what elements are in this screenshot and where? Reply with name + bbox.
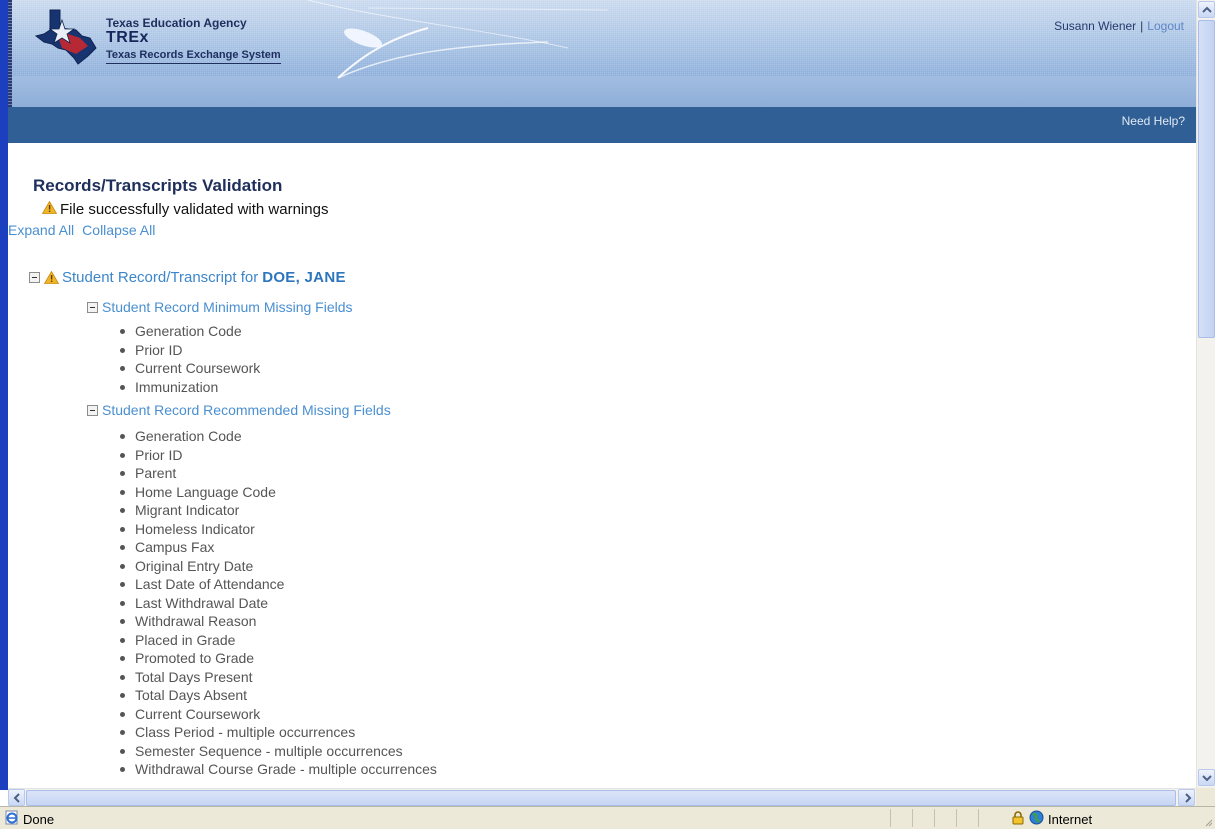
list-item: Placed in Grade	[120, 631, 437, 650]
window-left-border	[0, 0, 8, 790]
page-title: Records/Transcripts Validation	[33, 176, 283, 195]
recommended-missing-list: Generation Code Prior ID Parent Home Lan…	[120, 427, 437, 779]
chevron-right-icon	[1185, 793, 1192, 803]
collapse-section-toggle[interactable]	[87, 404, 98, 416]
warning-icon	[44, 271, 59, 284]
section-label[interactable]: Student Record Minimum Missing Fields	[102, 299, 353, 315]
list-item: Original Entry Date	[120, 557, 437, 576]
list-item: Parent	[120, 464, 437, 483]
chevron-down-icon	[1202, 775, 1212, 782]
lock-icon	[1011, 810, 1025, 828]
section-label[interactable]: Student Record Recommended Missing Field…	[102, 402, 391, 418]
ie-page-icon	[4, 810, 20, 828]
vertical-scrollbar[interactable]	[1196, 0, 1215, 788]
need-help-link[interactable]: Need Help?	[1122, 114, 1185, 128]
list-item: Prior ID	[120, 446, 437, 465]
list-item: Immunization	[120, 378, 260, 397]
collapse-section-toggle[interactable]	[87, 301, 98, 313]
status-done: Done	[4, 810, 54, 828]
expand-all-link[interactable]: Expand All	[8, 222, 74, 238]
org-name: Texas Education Agency	[106, 16, 247, 30]
list-item: Promoted to Grade	[120, 649, 437, 668]
list-item: Homeless Indicator	[120, 520, 437, 539]
collapse-record-toggle[interactable]	[29, 272, 40, 283]
vertical-scroll-thumb[interactable]	[1198, 20, 1215, 338]
status-text: Done	[23, 811, 55, 827]
list-item: Campus Fax	[120, 538, 437, 557]
list-item: Last Date of Attendance	[120, 575, 437, 594]
scroll-right-button[interactable]	[1178, 789, 1195, 806]
student-name: DOE, JANE	[262, 269, 346, 286]
main-content: Records/Transcripts Validation File succ…	[8, 143, 1196, 788]
header-banner: Texas Education Agency TREx Texas Record…	[8, 0, 1196, 107]
scroll-left-button[interactable]	[8, 789, 25, 806]
list-item: Generation Code	[120, 322, 260, 341]
list-item: Current Coursework	[120, 705, 437, 724]
student-record-heading: Student Record/Transcript for DOE, JANE	[29, 269, 346, 286]
list-item: Current Coursework	[120, 359, 260, 378]
horizontal-scrollbar[interactable]	[8, 788, 1196, 806]
scroll-up-button[interactable]	[1198, 1, 1215, 18]
logout-link[interactable]: Logout	[1147, 19, 1184, 33]
record-heading-label[interactable]: Student Record/Transcript for	[62, 269, 258, 286]
status-message: File successfully validated with warning…	[60, 201, 329, 218]
horizontal-scroll-thumb[interactable]	[26, 790, 1176, 806]
warning-icon	[41, 200, 58, 218]
minimum-missing-list: Generation Code Prior ID Current Coursew…	[120, 322, 260, 396]
list-item: Class Period - multiple occurrences	[120, 723, 437, 742]
list-item: Total Days Absent	[120, 686, 437, 705]
list-item: Semester Sequence - multiple occurrences	[120, 742, 437, 761]
list-item: Generation Code	[120, 427, 437, 446]
list-item: Withdrawal Course Grade - multiple occur…	[120, 760, 437, 779]
status-panes	[890, 809, 1000, 827]
list-item: Prior ID	[120, 341, 260, 360]
scroll-down-button[interactable]	[1198, 769, 1215, 786]
user-area: Susann Wiener | Logout	[1054, 19, 1184, 33]
list-item: Withdrawal Reason	[120, 612, 437, 631]
zone-label: Internet	[1048, 811, 1093, 827]
app-full-name: Texas Records Exchange System	[106, 49, 281, 64]
list-item: Migrant Indicator	[120, 501, 437, 520]
section-recommended-missing-heading: Student Record Recommended Missing Field…	[87, 402, 391, 418]
validation-status: File successfully validated with warning…	[41, 200, 329, 218]
chevron-left-icon	[13, 793, 20, 803]
security-zone: Internet	[1011, 810, 1092, 828]
app-name: TREx	[106, 29, 149, 46]
globe-icon	[1029, 810, 1044, 828]
chevron-up-icon	[1202, 6, 1212, 13]
nav-bar: Need Help?	[8, 107, 1196, 143]
list-item: Total Days Present	[120, 668, 437, 687]
collapse-all-link[interactable]: Collapse All	[82, 222, 155, 238]
scrollbar-corner	[1196, 788, 1215, 806]
user-separator: |	[1140, 19, 1144, 33]
section-minimum-missing-heading: Student Record Minimum Missing Fields	[87, 299, 353, 315]
user-name: Susann Wiener	[1054, 19, 1137, 33]
resize-grip-icon[interactable]	[1203, 817, 1213, 827]
expand-collapse-links: Expand All Collapse All	[8, 222, 163, 238]
list-item: Last Withdrawal Date	[120, 594, 437, 613]
browser-status-bar: Done Internet	[0, 806, 1215, 829]
list-item: Home Language Code	[120, 483, 437, 502]
